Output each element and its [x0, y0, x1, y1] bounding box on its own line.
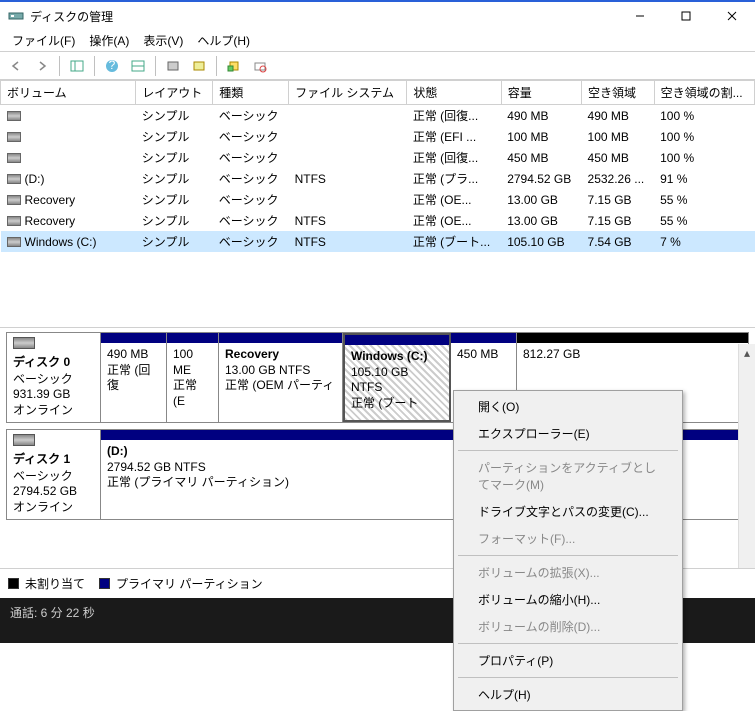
volume-icon [7, 216, 21, 226]
volume-row[interactable]: Recoveryシンプルベーシック正常 (OE...13.00 GB7.15 G… [1, 189, 755, 210]
legend-unallocated-label: 未割り当て [25, 575, 85, 592]
close-button[interactable] [709, 2, 755, 30]
window-titlebar: ディスクの管理 [0, 0, 755, 30]
volume-header-row[interactable]: ボリューム レイアウト 種類 ファイル システム 状態 容量 空き領域 空き領域… [1, 81, 755, 105]
icon-button-4[interactable] [248, 54, 272, 78]
ctx-delete: ボリュームの削除(D)... [456, 613, 680, 640]
partition[interactable]: 490 MB正常 (回復 [101, 333, 167, 422]
disk-mgmt-icon [8, 8, 24, 24]
panel-button[interactable] [65, 54, 89, 78]
col-filesystem[interactable]: ファイル システム [289, 81, 407, 105]
partition-recovery[interactable]: Recovery13.00 GB NTFS正常 (OEM パーティ [219, 333, 343, 422]
partition[interactable]: 100 ME正常 (E [167, 333, 219, 422]
menu-help[interactable]: ヘルプ(H) [191, 30, 256, 51]
scroll-up-icon[interactable]: ▴ [739, 344, 755, 361]
menu-file[interactable]: ファイル(F) [6, 30, 81, 51]
toolbar: ? [0, 52, 755, 80]
volume-row[interactable]: Windows (C:)シンプルベーシックNTFS正常 (ブート...105.1… [1, 231, 755, 252]
maximize-button[interactable] [663, 2, 709, 30]
col-layout[interactable]: レイアウト [136, 81, 213, 105]
volume-icon [7, 111, 21, 121]
layout-button[interactable] [126, 54, 150, 78]
volume-icon [7, 195, 21, 205]
col-capacity[interactable]: 容量 [501, 81, 581, 105]
ctx-open[interactable]: 開く(O) [456, 393, 680, 420]
disk-icon [13, 434, 35, 446]
volume-row[interactable]: シンプルベーシック正常 (回復...490 MB490 MB100 % [1, 105, 755, 127]
svg-text:?: ? [109, 59, 116, 72]
forward-button[interactable] [30, 54, 54, 78]
menu-view[interactable]: 表示(V) [137, 30, 189, 51]
back-button[interactable] [4, 54, 28, 78]
volume-icon [7, 153, 21, 163]
window-title: ディスクの管理 [30, 8, 617, 25]
ctx-mark-active: パーティションをアクティブとしてマーク(M) [456, 454, 680, 498]
help-button[interactable]: ? [100, 54, 124, 78]
menu-action[interactable]: 操作(A) [83, 30, 135, 51]
volume-row[interactable]: シンプルベーシック正常 (回復...450 MB450 MB100 % [1, 147, 755, 168]
legend-unallocated-swatch [8, 578, 19, 589]
volume-row[interactable]: RecoveryシンプルベーシックNTFS正常 (OE...13.00 GB7.… [1, 210, 755, 231]
call-duration: 通話: 6 分 22 秒 [10, 606, 95, 620]
volume-icon [7, 174, 21, 184]
volume-row[interactable]: シンプルベーシック正常 (EFI ...100 MB100 MB100 % [1, 126, 755, 147]
menubar: ファイル(F) 操作(A) 表示(V) ヘルプ(H) [0, 30, 755, 52]
context-menu: 開く(O) エクスプローラー(E) パーティションをアクティブとしてマーク(M)… [453, 390, 683, 711]
ctx-format: フォーマット(F)... [456, 525, 680, 552]
disk-1-label[interactable]: ディスク 1 ベーシック 2794.52 GB オンライン [7, 430, 101, 519]
volume-row[interactable]: (D:)シンプルベーシックNTFS正常 (プラ...2794.52 GB2532… [1, 168, 755, 189]
ctx-extend: ボリュームの拡張(X)... [456, 559, 680, 586]
ctx-explorer[interactable]: エクスプローラー(E) [456, 420, 680, 447]
icon-button-2[interactable] [187, 54, 211, 78]
volume-list: ボリューム レイアウト 種類 ファイル システム 状態 容量 空き領域 空き領域… [0, 80, 755, 328]
disk-icon [13, 337, 35, 349]
col-type[interactable]: 種類 [213, 81, 289, 105]
partition-windows-c[interactable]: Windows (C:)105.10 GB NTFS正常 (ブート [343, 333, 451, 422]
icon-button-1[interactable] [161, 54, 185, 78]
disk-0-label[interactable]: ディスク 0 ベーシック 931.39 GB オンライン [7, 333, 101, 422]
icon-button-3[interactable] [222, 54, 246, 78]
volume-icon [7, 132, 21, 142]
ctx-help[interactable]: ヘルプ(H) [456, 681, 680, 708]
minimize-button[interactable] [617, 2, 663, 30]
ctx-change-drive-letter[interactable]: ドライブ文字とパスの変更(C)... [456, 498, 680, 525]
col-free[interactable]: 空き領域 [582, 81, 655, 105]
col-volume[interactable]: ボリューム [1, 81, 136, 105]
vertical-scrollbar[interactable]: ▴ [738, 344, 755, 575]
ctx-shrink[interactable]: ボリュームの縮小(H)... [456, 586, 680, 613]
legend-primary-swatch [99, 578, 110, 589]
legend-primary-label: プライマリ パーティション [116, 575, 263, 592]
volume-icon [7, 237, 21, 247]
col-state[interactable]: 状態 [407, 81, 501, 105]
col-free-pct[interactable]: 空き領域の割... [654, 81, 754, 105]
ctx-properties[interactable]: プロパティ(P) [456, 647, 680, 674]
